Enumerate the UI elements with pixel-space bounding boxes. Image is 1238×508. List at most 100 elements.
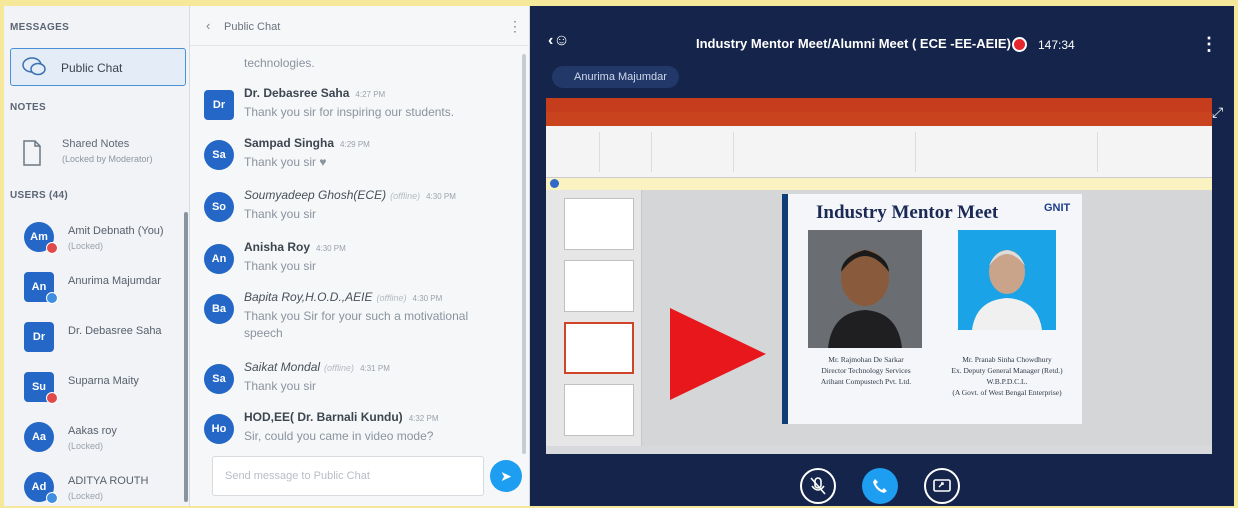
user-status: (Locked) — [68, 441, 104, 451]
microphone-icon — [810, 477, 826, 495]
avatar: Aa — [24, 422, 54, 452]
public-chat-label: Public Chat — [61, 61, 123, 75]
sender-name: Dr. Debasree Saha — [244, 86, 350, 100]
chevron-left-icon[interactable]: ‹ — [206, 18, 210, 33]
play-icon[interactable] — [670, 308, 766, 400]
user-name: Aakas roy — [68, 425, 117, 437]
message-time: 4:31 PM — [360, 364, 390, 373]
chat-header: ‹ Public Chat ⋮ — [190, 6, 530, 46]
speaker2-caption: Mr. Pranab Sinha Chowdhury Ex. Deputy Ge… — [932, 354, 1082, 398]
speaker1-role: Director Technology Services — [821, 366, 911, 375]
recording-icon[interactable] — [1012, 37, 1027, 52]
user-name: ADITYA ROUTH — [68, 475, 149, 487]
user-list-item[interactable]: Ad ADITYA ROUTH (Locked) — [10, 466, 186, 506]
avatar: Sa — [204, 140, 234, 170]
mute-audio-button[interactable] — [800, 468, 836, 504]
slide: Industry Mentor Meet GNIT Mr. Rajmohan D… — [782, 194, 1082, 424]
user-status: (Locked) — [68, 491, 104, 501]
phone-button[interactable] — [862, 468, 898, 504]
shared-notes-status: (Locked by Moderator) — [62, 154, 153, 164]
slide-accent-bar — [782, 194, 788, 424]
send-icon: ➤ — [500, 467, 512, 484]
ppt-info-bar — [546, 178, 1212, 190]
user-list-item[interactable]: Dr Dr. Debasree Saha — [10, 316, 186, 358]
speaker-photo — [808, 230, 922, 348]
message-sender: Saikat Mondal (offline) 4:31 PM — [244, 360, 390, 374]
user-list-toggle-icon[interactable]: ‹☺ — [548, 32, 570, 50]
phone-icon — [873, 479, 887, 493]
message-text: Thank you Sir for your such a motivation… — [244, 309, 469, 340]
avatar: Ho — [204, 414, 234, 444]
sidebar-scrollbar[interactable] — [184, 212, 188, 502]
offline-tag: (offline) — [376, 293, 407, 303]
message-text-partial: technologies. — [244, 56, 315, 70]
sender-name: Saikat Mondal — [244, 360, 321, 374]
message-time: 4:30 PM — [412, 294, 443, 303]
message-time: 4:30 PM — [426, 192, 456, 201]
chat-title: Public Chat — [224, 21, 281, 33]
ppt-ribbon-tabs — [546, 112, 1212, 126]
presentation-area: ‹☺ Industry Mentor Meet/Alumni Meet ( EC… — [530, 6, 1234, 506]
info-icon — [550, 179, 559, 188]
sender-name: Sampad Singha — [244, 136, 335, 150]
chat-panel: ‹ Public Chat ⋮ technologies. Dr Dr. Deba… — [190, 6, 530, 506]
send-button[interactable]: ➤ — [490, 460, 522, 492]
message-time: 4:32 PM — [408, 414, 439, 423]
chat-input-placeholder: Send message to Public Chat — [225, 470, 370, 482]
options-menu-icon[interactable]: ⋮ — [1200, 34, 1218, 55]
chat-scrollbar[interactable] — [522, 54, 526, 454]
message-sender: Bapita Roy,H.O.D.,AEIE (offline) 4:30 PM — [244, 290, 442, 304]
status-icon — [46, 242, 58, 254]
ppt-ribbon — [546, 126, 1212, 178]
user-list-item[interactable]: Am Amit Debnath (You) (Locked) — [10, 216, 186, 258]
sidebar-item-public-chat[interactable]: Public Chat — [10, 48, 186, 86]
app-frame: MESSAGES Public Chat NOTES Shared Notes … — [4, 6, 1234, 506]
chat-message-input[interactable]: Send message to Public Chat — [212, 456, 484, 496]
notes-section-title: NOTES — [10, 102, 46, 113]
sender-name: Anisha Roy — [244, 240, 311, 254]
share-screen-button[interactable] — [924, 468, 960, 504]
message-text: Thank you sir — [244, 259, 317, 273]
message-time: 4:29 PM — [340, 140, 370, 149]
speaker2-company: W.B.P.D.C.L. — [986, 377, 1028, 386]
sidebar-item-shared-notes[interactable]: Shared Notes (Locked by Moderator) — [10, 134, 186, 174]
user-list-item[interactable]: Aa Aakas roy (Locked) — [10, 416, 186, 458]
messages-section-title: MESSAGES — [10, 22, 70, 33]
offline-tag: (offline) — [390, 191, 421, 201]
speaker1-caption: Mr. Rajmohan De Sarkar Director Technolo… — [794, 354, 938, 387]
document-icon — [23, 140, 41, 166]
avatar: Ba — [204, 294, 234, 324]
status-icon — [46, 292, 58, 304]
avatar: Dr — [204, 90, 234, 120]
fullscreen-icon[interactable]: ⤢ — [1212, 104, 1223, 121]
shared-notes-label: Shared Notes — [62, 138, 130, 150]
user-status: (Locked) — [68, 241, 104, 251]
user-list-item[interactable]: An Anurima Majumdar — [10, 266, 186, 308]
message-sender: Soumyadeep Ghosh(ECE) (offline) 4:30 PM — [244, 188, 456, 202]
message-text: Thank you sir ♥ — [244, 155, 327, 169]
user-name: Anurima Majumdar — [68, 275, 161, 287]
speaker-photo — [958, 230, 1056, 330]
sender-name: Soumyadeep Ghosh(ECE) — [244, 188, 387, 202]
sender-name: HOD,EE( Dr. Barnali Kundu) — [244, 410, 403, 424]
message-text: Thank you sir — [244, 207, 317, 221]
message-sender: Anisha Roy 4:30 PM — [244, 240, 346, 254]
screen-share-icon — [933, 479, 951, 492]
user-name: Suparna Maity — [68, 375, 139, 387]
avatar: So — [204, 192, 234, 222]
speaker1-company: Arihant Compustech Pvt. Ltd. — [820, 377, 912, 386]
chat-options-icon[interactable]: ⋮ — [508, 18, 522, 35]
sidebar: MESSAGES Public Chat NOTES Shared Notes … — [4, 6, 190, 506]
avatar: Sa — [204, 364, 234, 394]
user-name: Dr. Debasree Saha — [68, 325, 162, 337]
ppt-titlebar — [546, 98, 1212, 112]
user-list-item[interactable]: Su Suparna Maity — [10, 366, 186, 408]
presenter-badge: Anurima Majumdar — [552, 66, 679, 88]
offline-tag: (offline) — [324, 363, 355, 373]
status-icon — [46, 492, 58, 504]
message-sender: HOD,EE( Dr. Barnali Kundu) 4:32 PM — [244, 410, 438, 424]
speaker2-org-type: (A Govt. of West Bengal Enterprise) — [952, 388, 1062, 397]
gnit-logo: GNIT — [1044, 202, 1071, 214]
message-sender: Dr. Debasree Saha 4:27 PM — [244, 86, 385, 100]
slide-thumbnail — [564, 198, 634, 250]
